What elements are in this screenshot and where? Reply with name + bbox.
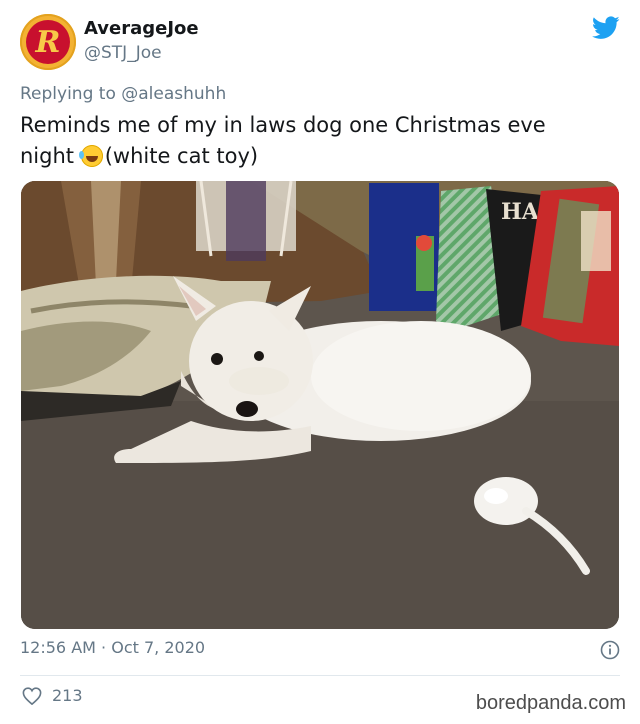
heart-icon [22,686,42,705]
author-names: AverageJoe @STJ_Joe [84,18,199,64]
avatar[interactable]: R [20,14,76,70]
author-display-name[interactable]: AverageJoe [84,18,199,40]
rolling-on-floor-laughing-emoji-icon [78,145,103,167]
divider [20,675,620,676]
source-watermark: boredpanda.com [475,692,626,714]
info-icon[interactable] [600,640,620,660]
tweet-date: Oct 7, 2020 [111,638,206,657]
tweet-header: R AverageJoe @STJ_Joe [20,14,620,72]
tweet-photo[interactable]: HA [21,181,619,629]
tweet-line-2-prefix: night [20,144,75,168]
like-count: 213 [52,686,83,705]
tweet-line-1: Reminds me of my in laws dog one Christm… [20,113,546,137]
author-handle[interactable]: @STJ_Joe [84,42,199,64]
timestamp-separator: · [101,638,107,657]
twitter-bird-icon[interactable] [592,16,620,40]
tweet-line-2-suffix: (white cat toy) [104,144,259,168]
avatar-logo: R [26,20,70,64]
gift-bag-text: HA [501,199,540,225]
replying-to[interactable]: Replying to @aleashuhh [20,84,226,104]
tweet-time: 12:56 AM [20,638,96,657]
tweet-timestamp[interactable]: 12:56 AM · Oct 7, 2020 [20,638,205,657]
like-button[interactable]: 213 [22,686,83,705]
dog-photo-illustration: HA [21,181,619,629]
tweet-text: Reminds me of my in laws dog one Christm… [20,110,610,172]
